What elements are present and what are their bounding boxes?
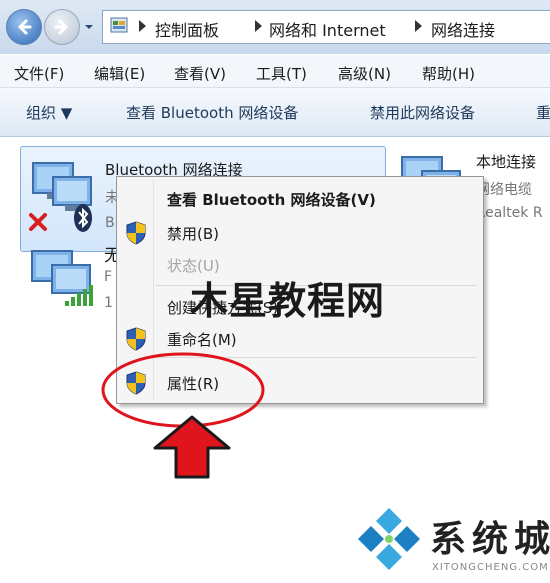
connection-status: F (104, 269, 113, 285)
connection-device: Realtek R (476, 205, 543, 221)
forward-arrow-icon (54, 19, 68, 35)
breadcrumb-network-connections[interactable]: 网络连接 (431, 17, 495, 41)
logo-text: 系统城 (430, 519, 550, 560)
connection-status: 网络电缆 (476, 182, 532, 198)
menu-bar: 文件(F) 编辑(E) 查看(V) 工具(T) 高级(N) 帮助(H) (0, 55, 550, 88)
breadcrumb-control-panel[interactable]: 控制面板 (155, 17, 219, 41)
menu-item-rename[interactable]: 重命名(M) (167, 329, 237, 350)
menu-file[interactable]: 文件(F) (14, 63, 64, 84)
connection-name: 本地连接 (476, 153, 537, 171)
red-x-icon (29, 213, 47, 231)
logo-subtext: XITONGCHENG.COM (432, 562, 549, 573)
forward-button[interactable] (44, 9, 80, 45)
menu-edit[interactable]: 编辑(E) (94, 63, 145, 84)
disable-device-button[interactable]: 禁用此网络设备 (370, 102, 475, 123)
bluetooth-icon (74, 204, 92, 232)
xitongcheng-logo-icon (358, 508, 420, 570)
connection-device: B (105, 215, 115, 231)
breadcrumb-separator-icon (415, 20, 422, 32)
menu-tools[interactable]: 工具(T) (256, 63, 307, 84)
view-bluetooth-devices-button[interactable]: 查看 Bluetooth 网络设备 (126, 102, 298, 123)
uac-shield-icon (126, 221, 146, 245)
breadcrumb-separator-icon (139, 20, 146, 32)
control-panel-icon (110, 17, 128, 33)
uac-shield-icon (126, 327, 146, 351)
signal-bars-icon (65, 285, 93, 306)
back-arrow-icon (18, 19, 32, 35)
back-button[interactable] (6, 9, 42, 45)
address-bar: 控制面板 网络和 Internet 网络连接 (0, 0, 550, 54)
breadcrumb[interactable]: 控制面板 网络和 Internet 网络连接 (102, 10, 550, 44)
menu-advanced[interactable]: 高级(N) (338, 63, 391, 84)
red-up-arrow-icon (153, 415, 231, 479)
menu-view[interactable]: 查看(V) (174, 63, 226, 84)
history-dropdown-icon[interactable] (84, 22, 94, 32)
organize-button[interactable]: 组织 ▼ (26, 102, 72, 123)
menu-item-disable[interactable]: 禁用(B) (167, 223, 219, 244)
command-bar: 组织 ▼ 查看 Bluetooth 网络设备 禁用此网络设备 重 (0, 88, 550, 137)
watermark: 木星教程网 (190, 279, 386, 323)
menu-help[interactable]: 帮助(H) (422, 63, 475, 84)
connection-device: 1 (104, 295, 113, 311)
breadcrumb-network-internet[interactable]: 网络和 Internet (269, 17, 386, 41)
menu-item-view-bluetooth[interactable]: 查看 Bluetooth 网络设备(V) (167, 189, 376, 210)
breadcrumb-separator-icon (255, 20, 262, 32)
connection-item-wireless[interactable]: 无 F 1 (20, 241, 121, 321)
overflow-command-button[interactable]: 重 (536, 102, 550, 123)
